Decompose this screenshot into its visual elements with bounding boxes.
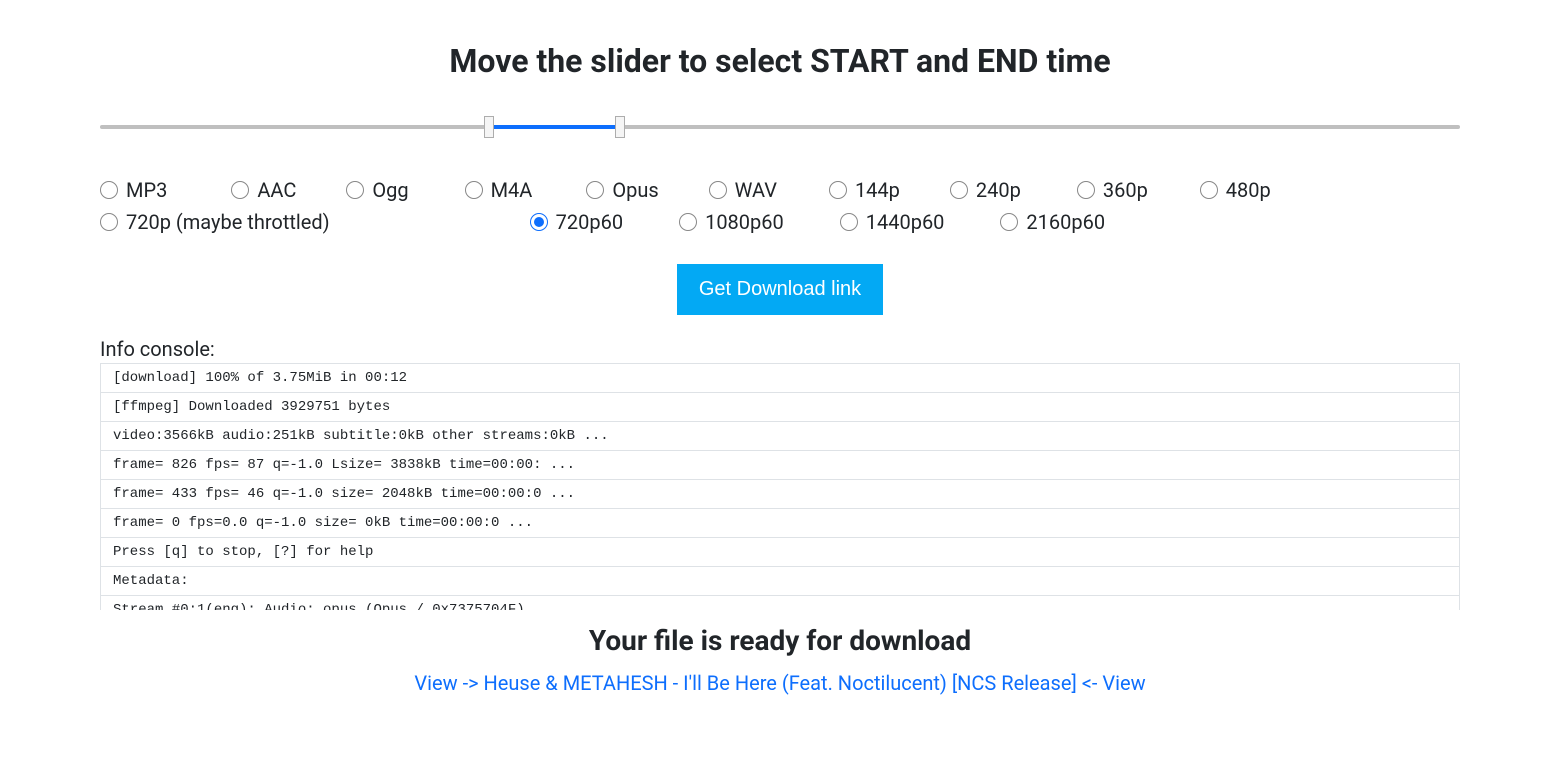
format-label-360p: 360p (1103, 178, 1148, 202)
slider-selected-range (489, 125, 620, 129)
slider-handle-end[interactable] (615, 116, 625, 138)
format-option-720p60[interactable]: 720p60 (530, 210, 623, 234)
info-console[interactable]: [download] 100% of 3.75MiB in 00:12[ffmp… (100, 363, 1460, 610)
format-radio-480p[interactable] (1200, 181, 1218, 199)
console-line: Stream #0:1(eng): Audio: opus (Opus / 0x… (101, 596, 1459, 610)
format-label-aac: AAC (257, 178, 296, 202)
format-label-m4a: M4A (491, 178, 533, 202)
format-label-720p60: 720p60 (556, 210, 623, 234)
format-option-1080p60[interactable]: 1080p60 (679, 210, 784, 234)
time-range-slider[interactable] (100, 116, 1460, 138)
download-file-link[interactable]: View -> Heuse & METAHESH - I'll Be Here … (414, 671, 1145, 695)
format-option-1440p60[interactable]: 1440p60 (840, 210, 945, 234)
file-ready-heading: Your file is ready for download (100, 624, 1460, 657)
console-line: [ffmpeg] Downloaded 3929751 bytes (101, 393, 1459, 422)
format-radio-group: MP3 AAC Ogg M4A Opus WAV 144p 240p 360p 480p 720p … (100, 178, 1460, 242)
get-download-link-button[interactable]: Get Download link (677, 264, 883, 315)
format-label-144p: 144p (855, 178, 900, 202)
console-line: Metadata: (101, 567, 1459, 596)
format-radio-opus[interactable] (586, 181, 604, 199)
format-option-m4a[interactable]: M4A (465, 178, 533, 202)
format-radio-720p60[interactable] (530, 213, 548, 231)
console-line: frame= 0 fps=0.0 q=-1.0 size= 0kB time=0… (101, 509, 1459, 538)
format-label-2160p60: 2160p60 (1026, 210, 1105, 234)
format-option-480p[interactable]: 480p (1200, 178, 1271, 202)
format-radio-1080p60[interactable] (679, 213, 697, 231)
format-option-240p[interactable]: 240p (950, 178, 1021, 202)
format-radio-wav[interactable] (709, 181, 727, 199)
console-line: video:3566kB audio:251kB subtitle:0kB ot… (101, 422, 1459, 451)
format-radio-m4a[interactable] (465, 181, 483, 199)
format-option-2160p60[interactable]: 2160p60 (1000, 210, 1105, 234)
console-line: [download] 100% of 3.75MiB in 00:12 (101, 364, 1459, 393)
format-option-720p-maybe[interactable]: 720p (maybe throttled) (100, 210, 330, 234)
format-label-480p: 480p (1226, 178, 1271, 202)
format-option-wav[interactable]: WAV (709, 178, 777, 202)
format-radio-360p[interactable] (1077, 181, 1095, 199)
format-option-mp3[interactable]: MP3 (100, 178, 167, 202)
format-label-1440p60: 1440p60 (866, 210, 945, 234)
format-radio-ogg[interactable] (346, 181, 364, 199)
format-label-mp3: MP3 (126, 178, 167, 202)
format-label-opus: Opus (612, 178, 658, 202)
console-line: frame= 433 fps= 46 q=-1.0 size= 2048kB t… (101, 480, 1459, 509)
format-radio-144p[interactable] (829, 181, 847, 199)
console-line: frame= 826 fps= 87 q=-1.0 Lsize= 3838kB … (101, 451, 1459, 480)
format-label-720p-maybe: 720p (maybe throttled) (126, 210, 330, 234)
format-radio-1440p60[interactable] (840, 213, 858, 231)
format-label-wav: WAV (735, 178, 777, 202)
format-option-ogg[interactable]: Ogg (346, 178, 408, 202)
format-radio-mp3[interactable] (100, 181, 118, 199)
slider-heading: Move the slider to select START and END … (100, 42, 1460, 80)
format-radio-2160p60[interactable] (1000, 213, 1018, 231)
format-radio-aac[interactable] (231, 181, 249, 199)
console-line: Press [q] to stop, [?] for help (101, 538, 1459, 567)
info-console-label: Info console: (100, 337, 1460, 361)
format-option-144p[interactable]: 144p (829, 178, 900, 202)
slider-handle-start[interactable] (484, 116, 494, 138)
format-radio-240p[interactable] (950, 181, 968, 199)
format-label-ogg: Ogg (372, 178, 408, 202)
format-option-aac[interactable]: AAC (231, 178, 296, 202)
format-radio-720p-maybe[interactable] (100, 213, 118, 231)
format-option-opus[interactable]: Opus (586, 178, 658, 202)
format-label-1080p60: 1080p60 (705, 210, 784, 234)
format-label-240p: 240p (976, 178, 1021, 202)
format-option-360p[interactable]: 360p (1077, 178, 1148, 202)
slider-track (100, 125, 1460, 129)
